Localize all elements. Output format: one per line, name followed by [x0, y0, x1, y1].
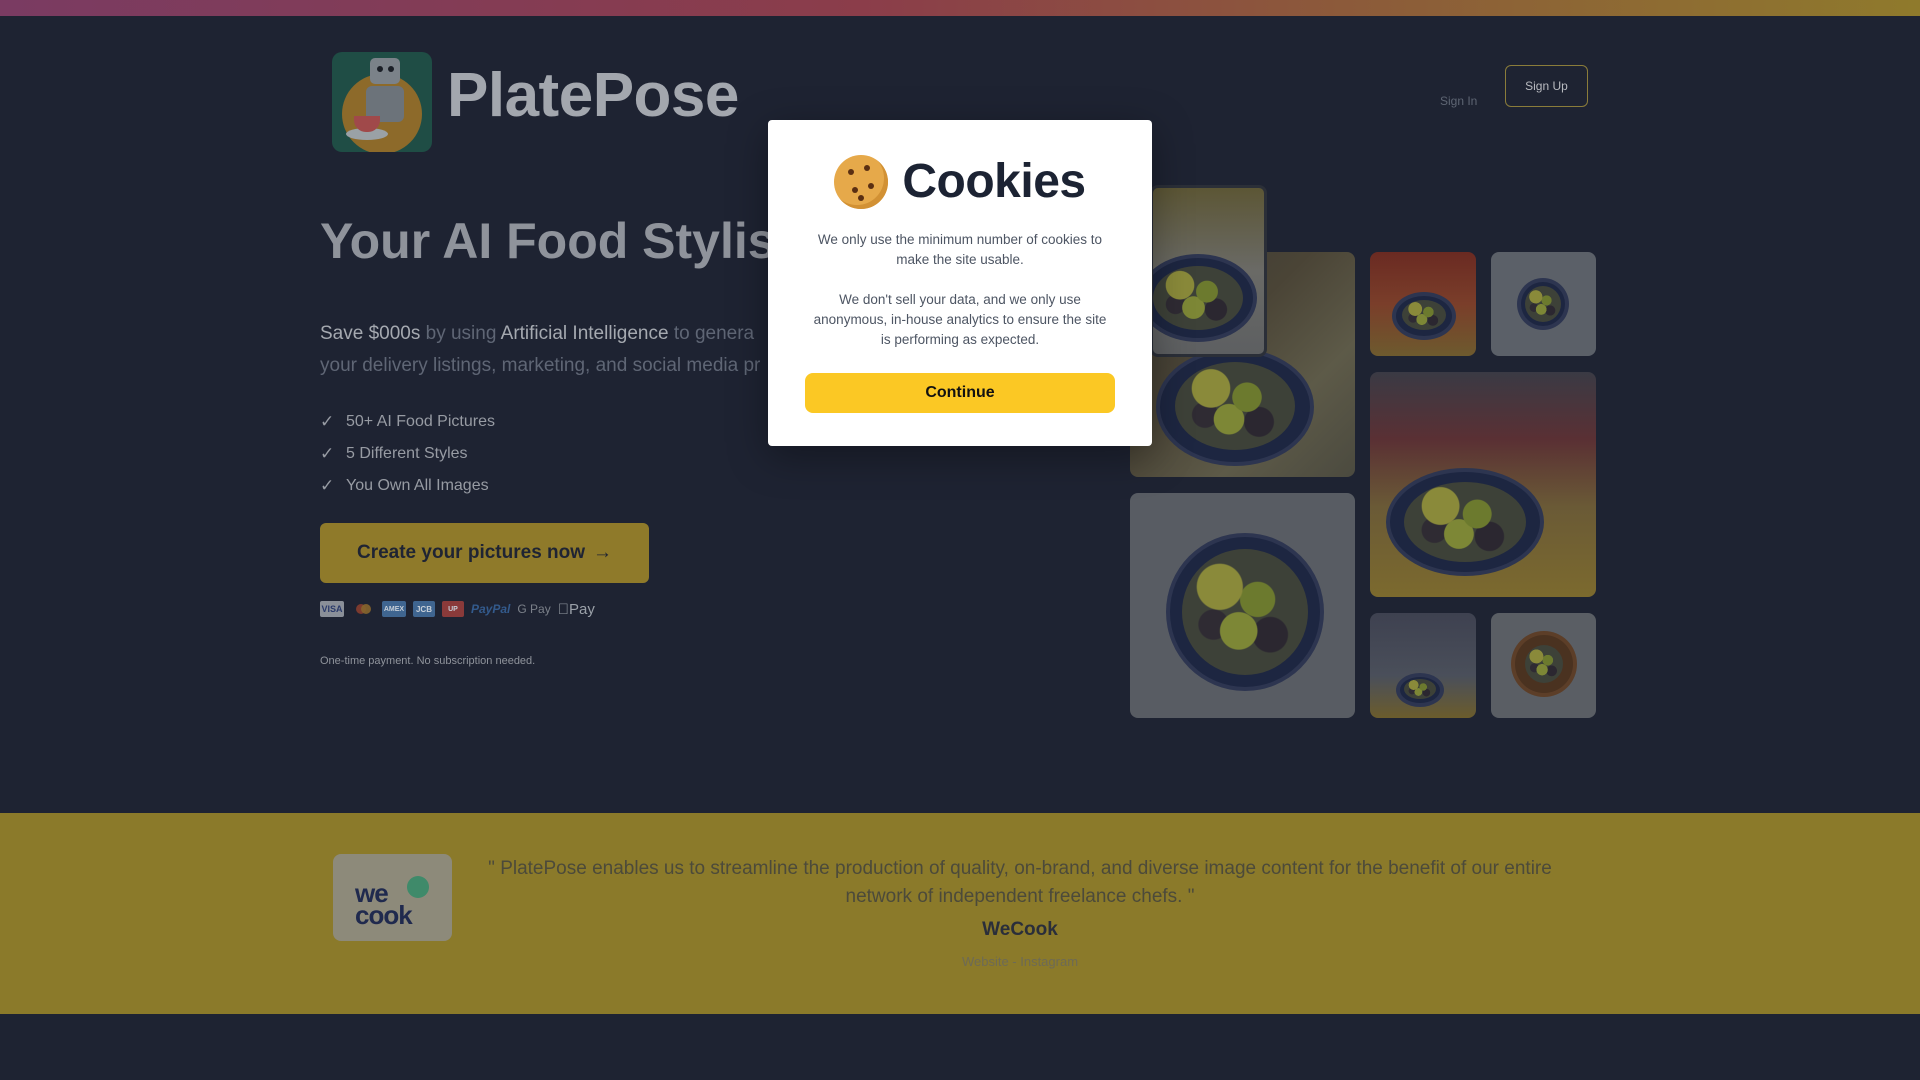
continue-button[interactable]: Continue	[805, 373, 1115, 413]
unionpay-icon: UP	[442, 601, 464, 617]
create-pictures-button[interactable]: Create your pictures now →	[320, 523, 649, 583]
hero-subtitle: Save $000s by using Artificial Intellige…	[320, 318, 790, 388]
modal-title-row: Cookies	[768, 154, 1152, 209]
testimonial-links[interactable]: Website - Instagram	[470, 954, 1570, 969]
cookie-icon	[834, 154, 889, 209]
feature-item: ✓ 5 Different Styles	[320, 438, 495, 470]
subtitle-connector: by using	[420, 323, 501, 344]
sign-in-link[interactable]: Sign In	[1440, 94, 1477, 108]
google-pay-icon: G Pay	[517, 602, 551, 616]
food-image[interactable]	[1491, 613, 1596, 718]
feature-label: 5 Different Styles	[346, 445, 468, 462]
food-image[interactable]	[1370, 252, 1476, 356]
brand-name[interactable]: PlatePose	[447, 60, 739, 131]
check-icon: ✓	[320, 444, 335, 463]
feature-item: ✓ You Own All Images	[320, 470, 495, 502]
feature-label: 50+ AI Food Pictures	[346, 413, 495, 430]
food-image[interactable]	[1370, 613, 1476, 718]
subtitle-rest: to genera	[668, 323, 755, 344]
subtitle-line-2: your delivery listings, marketing, and s…	[320, 355, 761, 376]
testimonial-author: WeCook	[982, 919, 1058, 940]
arrow-right-icon: →	[593, 542, 613, 563]
testimonial-quote: " PlatePose enables us to streamline the…	[488, 858, 1552, 907]
modal-paragraph: We don't sell your data, and we only use…	[813, 292, 1107, 347]
check-icon: ✓	[320, 412, 335, 431]
payment-methods: VISA AMEX JCB UP PayPal G Pay Pay	[320, 600, 595, 618]
modal-title: Cookies	[902, 155, 1086, 208]
feature-label: You Own All Images	[346, 477, 489, 494]
top-gradient-bar	[0, 0, 1920, 16]
robot-eye-icon	[377, 66, 383, 72]
hero-title: Your AI Food Stylist	[320, 213, 793, 269]
visa-icon: VISA	[320, 601, 344, 617]
brand-logo[interactable]	[332, 52, 432, 152]
modal-paragraph: We only use the minimum number of cookie…	[817, 232, 1103, 267]
cookie-consent-modal: Cookies We only use the minimum number o…	[768, 120, 1152, 446]
subtitle-ai: Artificial Intelligence	[500, 323, 669, 344]
cta-label: Create your pictures now	[356, 542, 586, 563]
robot-eye-icon	[388, 66, 394, 72]
food-image[interactable]	[1370, 372, 1596, 597]
paypal-icon: PayPal	[471, 602, 511, 616]
check-icon: ✓	[320, 476, 335, 495]
sign-up-button[interactable]: Sign Up	[1505, 65, 1588, 107]
feature-list: ✓ 50+ AI Food Pictures ✓ 5 Different Sty…	[320, 406, 495, 502]
subtitle-savings: Save $000s	[320, 323, 421, 344]
food-image[interactable]	[1491, 252, 1596, 356]
jcb-icon: JCB	[413, 601, 435, 617]
payment-note: One-time payment. No subscription needed…	[320, 655, 536, 667]
apple-pay-icon: Pay	[557, 600, 595, 618]
food-image[interactable]	[1150, 185, 1267, 357]
testimonial-section: we cook " PlatePose enables us to stream…	[0, 813, 1920, 1014]
wecook-logo-text: we cook	[355, 878, 413, 930]
mastercard-icon	[351, 601, 375, 617]
robot-head-icon	[370, 58, 400, 84]
feature-item: ✓ 50+ AI Food Pictures	[320, 406, 495, 438]
food-image[interactable]	[1130, 493, 1355, 718]
amex-icon: AMEX	[382, 601, 406, 617]
wecook-logo: we cook	[333, 854, 452, 941]
